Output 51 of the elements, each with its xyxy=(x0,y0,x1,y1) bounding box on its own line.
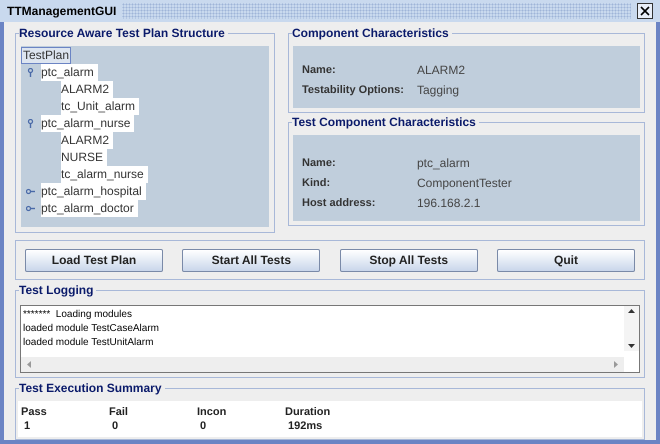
tree-item[interactable]: TestPlan xyxy=(21,47,72,64)
tree-item[interactable]: tc_alarm_nurse xyxy=(61,166,148,183)
close-icon xyxy=(640,6,650,16)
action-button[interactable]: Start All Tests xyxy=(182,248,320,272)
field-value: ptc_alarm xyxy=(417,155,471,172)
field-label: Host address: xyxy=(302,196,376,211)
group-title: Test Execution Summary xyxy=(19,380,164,396)
close-button[interactable] xyxy=(637,3,653,19)
summary-header: Pass xyxy=(21,405,48,419)
tree-item[interactable]: ptc_alarm_nurse xyxy=(41,115,134,132)
group-title: Test Logging xyxy=(19,282,96,298)
tree-item[interactable]: ptc_alarm_doctor xyxy=(41,200,138,217)
scroll-left-icon[interactable] xyxy=(27,361,31,368)
field-value: Tagging xyxy=(417,82,460,99)
summary-header: Fail xyxy=(109,405,129,419)
group-title: Component Characteristics xyxy=(292,25,452,41)
field-label: Testability Options: xyxy=(302,82,405,98)
summary-value: 0 xyxy=(111,419,120,433)
field-label: Name: xyxy=(302,156,337,171)
log-line: loaded module TestCaseAlarm xyxy=(23,322,160,336)
summary-value: 1 xyxy=(23,419,32,433)
scroll-right-icon[interactable] xyxy=(614,361,618,368)
window-title: TTManagementGUI xyxy=(7,3,116,20)
action-button[interactable]: Stop All Tests xyxy=(340,248,478,272)
field-value: ComponentTester xyxy=(417,175,513,192)
tree-item[interactable]: tc_Unit_alarm xyxy=(61,98,140,115)
scroll-down-icon[interactable] xyxy=(628,344,635,348)
tree-item[interactable]: ALARM2 xyxy=(61,81,114,98)
expanded-handle-icon[interactable] xyxy=(26,68,35,77)
tree-item[interactable]: ptc_alarm_hospital xyxy=(41,183,146,200)
action-button[interactable]: Quit xyxy=(496,248,635,272)
log-line: ******* Loading modules xyxy=(23,308,133,322)
summary-value: 0 xyxy=(199,419,208,433)
tree-item[interactable]: NURSE xyxy=(61,149,108,166)
expanded-handle-icon[interactable] xyxy=(26,119,35,128)
vertical-scrollbar[interactable] xyxy=(624,306,639,351)
summary-header: Incon xyxy=(197,405,228,419)
summary-value: 192ms xyxy=(287,419,324,433)
summary-header: Duration xyxy=(285,405,332,419)
tree-item[interactable]: ptc_alarm xyxy=(41,64,98,81)
collapsed-handle-icon[interactable] xyxy=(26,204,35,213)
field-label: Name: xyxy=(302,62,337,78)
tree-item[interactable]: ALARM2 xyxy=(61,132,114,149)
scroll-up-icon[interactable] xyxy=(628,309,635,313)
action-button[interactable]: Load Test Plan xyxy=(25,248,163,272)
group-title: Test Component Characteristics xyxy=(292,114,479,130)
field-value: ALARM2 xyxy=(417,62,466,79)
collapsed-handle-icon[interactable] xyxy=(26,187,35,196)
field-value: 196.168.2.1 xyxy=(417,195,482,212)
field-label: Kind: xyxy=(302,176,332,191)
log-line: loaded module TestUnitAlarm xyxy=(23,336,154,350)
